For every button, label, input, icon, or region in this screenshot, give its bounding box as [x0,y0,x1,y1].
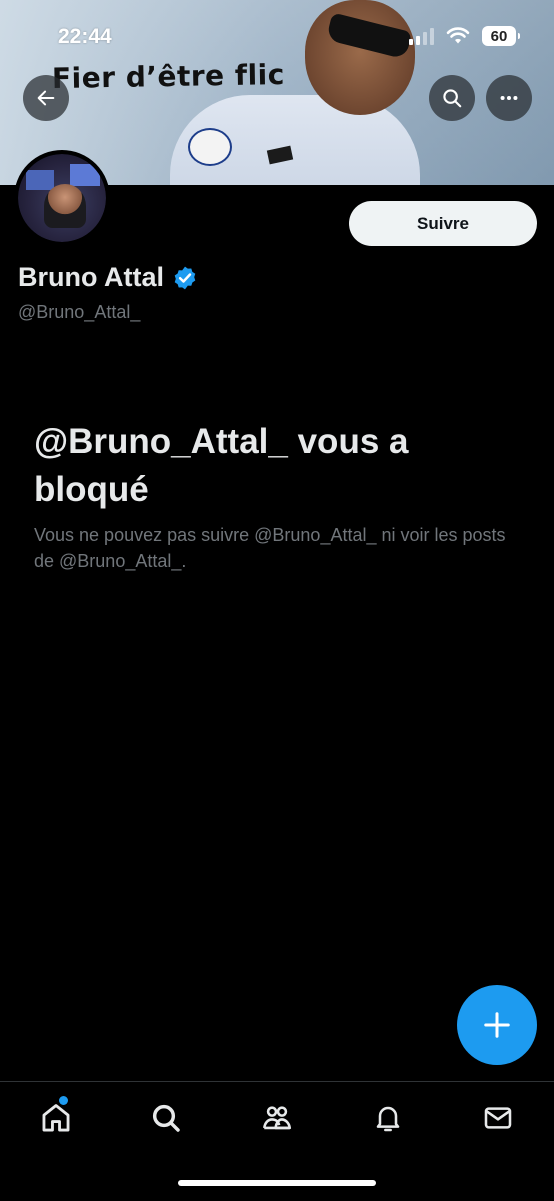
more-options-button[interactable] [486,75,532,121]
back-button[interactable] [23,75,69,121]
profile-handle: @Bruno_Attal_ [18,302,141,322]
compose-button[interactable] [457,985,537,1065]
tab-communities[interactable] [252,1096,302,1140]
tab-notifications[interactable] [363,1096,413,1140]
profile-name-row: Bruno Attal [18,262,198,293]
search-icon [152,1104,180,1132]
follow-button[interactable]: Suivre [349,201,537,246]
mail-icon [484,1107,512,1129]
avatar-screen-left [26,170,54,190]
tab-messages[interactable] [473,1096,523,1140]
avatar-person [44,184,86,228]
back-arrow-icon [37,90,55,106]
status-indicators: 60 [409,26,520,46]
search-icon [443,89,462,108]
home-indicator[interactable] [178,1180,376,1186]
avatar-image [18,154,106,242]
tab-home[interactable] [31,1096,81,1140]
blocked-description: Vous ne pouvez pas suivre @Bruno_Attal_ … [34,525,506,571]
banner-photo-patch [188,128,232,166]
avatar-screen-right [70,164,100,186]
more-dots-icon [500,95,518,101]
cellular-signal-icon [409,27,434,45]
wifi-icon [446,27,470,44]
bell-icon [376,1106,400,1132]
banner-slogan-text: Fier d’être flic [51,57,286,96]
battery-icon: 60 [482,26,520,46]
blocked-title: @Bruno_Attal_ vous a bloqué [34,422,409,509]
status-time: 22:44 [58,25,112,48]
communities-icon [262,1106,292,1130]
home-icon [42,1104,70,1132]
profile-avatar[interactable] [14,150,110,246]
search-button[interactable] [429,75,475,121]
verified-badge-icon [174,266,196,289]
banner-photo-head [305,0,415,115]
tab-search[interactable] [141,1096,191,1140]
plus-icon [484,1012,510,1038]
profile-display-name: Bruno Attal [18,262,164,292]
home-notification-dot [59,1096,68,1105]
